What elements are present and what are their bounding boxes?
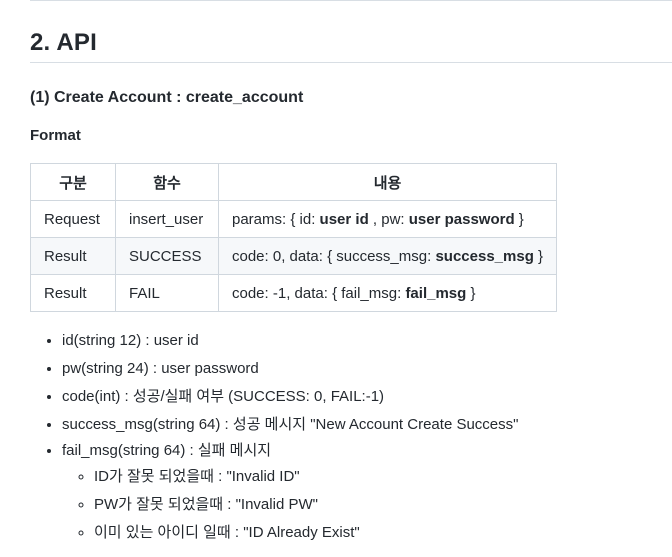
header-function: 함수 bbox=[115, 163, 219, 201]
content-bold: user password bbox=[408, 210, 515, 228]
api-table: 구분 함수 내용 Request insert_user params: { i… bbox=[30, 163, 558, 312]
cell-function: insert_user bbox=[115, 200, 219, 238]
cell-content: code: 0, data: { success_msg: success_ms… bbox=[217, 237, 558, 275]
field-list: id(string 12) : user id pw(string 24) : … bbox=[30, 327, 518, 547]
format-label: Format bbox=[30, 127, 81, 144]
content-text: code: 0, data: { success_msg: bbox=[232, 247, 436, 265]
cell-function: SUCCESS bbox=[115, 237, 219, 275]
list-item: pw(string 24) : user password bbox=[62, 355, 518, 383]
header-content: 내용 bbox=[217, 163, 558, 201]
content-text: params: { id: bbox=[232, 210, 320, 228]
cell-content: code: -1, data: { fail_msg: fail_msg } bbox=[217, 274, 558, 312]
subsection-heading: (1) Create Account : create_account bbox=[30, 89, 304, 106]
cell-type: Result bbox=[30, 237, 116, 275]
table-row: Result FAIL code: -1, data: { fail_msg: … bbox=[30, 274, 558, 312]
content-text: code: -1, data: { fail_msg: bbox=[232, 284, 406, 302]
content-text: , pw: bbox=[368, 210, 409, 228]
table-header-row: 구분 함수 내용 bbox=[30, 163, 558, 201]
sub-list-item: 이미 있는 아이디 일때 : "ID Already Exist" bbox=[94, 519, 518, 547]
content-bold: success_msg bbox=[435, 247, 534, 265]
cell-function: FAIL bbox=[115, 274, 219, 312]
sub-list-item: PW가 잘못 되었을때 : "Invalid PW" bbox=[94, 491, 518, 519]
heading-divider bbox=[30, 62, 672, 63]
sub-list-item: ID가 잘못 되었을때 : "Invalid ID" bbox=[94, 463, 518, 491]
content-bold: user id bbox=[319, 210, 369, 228]
list-item: fail_msg(string 64) : 실패 메시지 ID가 잘못 되었을때… bbox=[62, 439, 518, 547]
cell-type: Request bbox=[30, 200, 116, 238]
content-text: } bbox=[514, 210, 524, 228]
list-item-text: fail_msg(string 64) : 실패 메시지 bbox=[62, 442, 272, 459]
content-text: } bbox=[533, 247, 544, 265]
cell-content: params: { id: user id , pw: user passwor… bbox=[217, 200, 558, 238]
list-item: id(string 12) : user id bbox=[62, 327, 518, 355]
table-row: Result SUCCESS code: 0, data: { success_… bbox=[30, 237, 558, 275]
table-row: Request insert_user params: { id: user i… bbox=[30, 200, 558, 238]
content-bold: fail_msg bbox=[405, 284, 467, 302]
header-type: 구분 bbox=[30, 163, 116, 201]
section-heading: 2. API bbox=[30, 29, 98, 56]
content-text: } bbox=[466, 284, 476, 302]
list-item: success_msg(string 64) : 성공 메시지 "New Acc… bbox=[62, 411, 518, 439]
cell-type: Result bbox=[30, 274, 116, 312]
list-item: code(int) : 성공/실패 여부 (SUCCESS: 0, FAIL:-… bbox=[62, 383, 518, 411]
top-divider bbox=[30, 0, 672, 1]
fail-message-list: ID가 잘못 되었을때 : "Invalid ID" PW가 잘못 되었을때 :… bbox=[62, 463, 518, 547]
